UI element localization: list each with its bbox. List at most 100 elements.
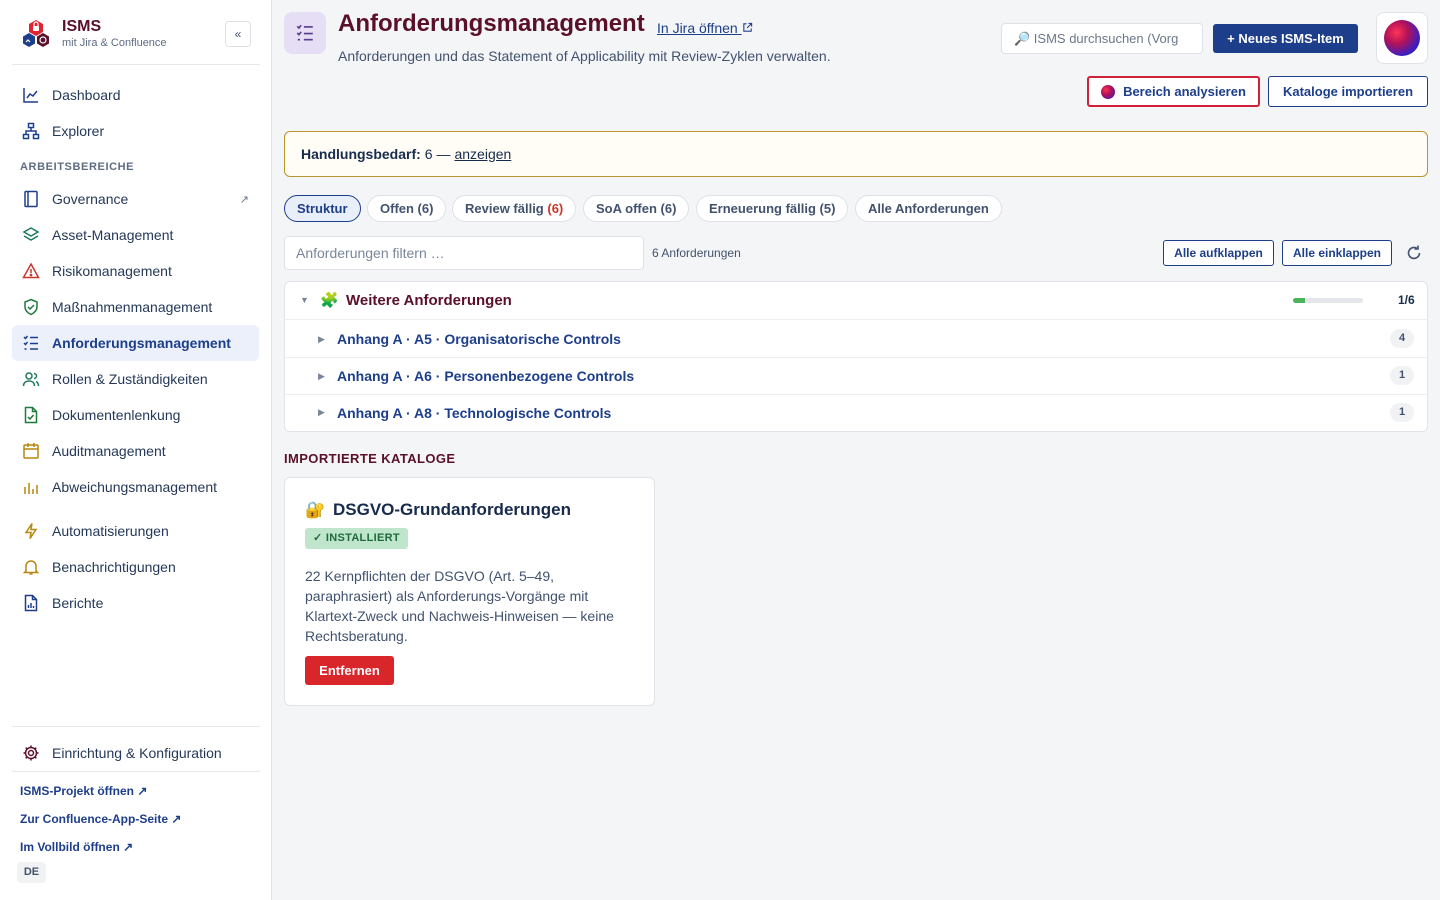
remove-catalog-button[interactable]: Entfernen — [305, 656, 394, 685]
child-title: Anhang A · A6 · Personenbezogene Control… — [337, 368, 635, 384]
sidebar-item-label: Berichte — [52, 595, 104, 611]
sidebar: ISMS mit Jira & Confluence « Dashboard E… — [0, 0, 272, 900]
installed-badge: ✓ INSTALLIERT — [305, 528, 408, 549]
chart-line-icon — [22, 86, 40, 104]
tab-all-requirements[interactable]: Alle Anforderungen — [855, 195, 1002, 222]
sidebar-item-automations[interactable]: Automatisierungen — [12, 513, 259, 549]
checklist-icon — [22, 334, 40, 352]
child-title: Anhang A · A8 · Technologische Controls — [337, 405, 612, 421]
catalog-card: 🔐 DSGVO-Grundanforderungen ✓ INSTALLIERT… — [284, 477, 655, 706]
people-icon — [22, 370, 40, 388]
count-badge: 1 — [1390, 403, 1414, 422]
count-badge: 4 — [1390, 329, 1414, 348]
ai-orb-icon — [1101, 84, 1116, 99]
caret-right-icon[interactable]: ▶ — [318, 334, 325, 345]
open-isms-project-link[interactable]: ISMS-Projekt öffnen ↗ — [20, 784, 147, 798]
progress-label: 1/6 — [1398, 293, 1415, 307]
brand-subtitle: mit Jira & Confluence — [62, 37, 167, 49]
tab-count: (6) — [547, 201, 564, 216]
sidebar-item-reports[interactable]: Berichte — [12, 585, 259, 621]
imported-catalogs-heading: IMPORTIERTE KATALOGE — [284, 451, 456, 466]
show-action-items-link[interactable]: anzeigen — [454, 146, 511, 162]
sidebar-item-label: Rollen & Zuständigkeiten — [52, 371, 208, 387]
expand-all-button[interactable]: Alle aufklappen — [1163, 240, 1274, 266]
collapse-all-button[interactable]: Alle einklappen — [1282, 240, 1392, 266]
confluence-app-page-link[interactable]: Zur Confluence-App-Seite ↗ — [20, 812, 181, 826]
sidebar-item-asset-management[interactable]: Asset-Management — [12, 217, 259, 253]
alert-label: Handlungsbedarf: — [301, 146, 421, 162]
filter-input[interactable]: Anforderungen filtern … — [284, 236, 644, 270]
alert-value: 6 — — [424, 146, 451, 162]
sidebar-item-label: Dashboard — [52, 87, 121, 103]
sidebar-item-label: Einrichtung & Konfiguration — [52, 745, 222, 761]
sidebar-item-documents[interactable]: Dokumentenlenkung — [12, 397, 259, 433]
sidebar-item-requirements[interactable]: Anforderungsmanagement — [12, 325, 259, 361]
hierarchy-icon — [22, 122, 40, 140]
bar-chart-icon — [22, 478, 40, 496]
puzzle-icon: 🧩 — [320, 292, 339, 309]
section-label: ARBEITSBEREICHE — [20, 161, 135, 173]
sidebar-divider — [12, 726, 260, 727]
import-catalogs-button[interactable]: Kataloge importieren — [1268, 76, 1428, 107]
tree-child-row[interactable]: ▶ Anhang A · A5 · Organisatorische Contr… — [285, 320, 1427, 358]
user-avatar-button[interactable] — [1376, 12, 1428, 64]
tab-renewal-due[interactable]: Erneuerung fällig (5) — [696, 195, 849, 222]
sidebar-item-label: Anforderungsmanagement — [52, 335, 231, 351]
sidebar-item-risk-management[interactable]: Risikomanagement — [12, 253, 259, 289]
lock-key-icon: 🔐 — [305, 502, 325, 519]
caret-down-icon[interactable]: ▼ — [300, 295, 309, 305]
refresh-icon[interactable] — [1404, 243, 1424, 263]
sidebar-item-label: Auditmanagement — [52, 443, 166, 459]
open-in-jira-label: In Jira öffnen — [657, 20, 738, 36]
tree-child-row[interactable]: ▶ Anhang A · A8 · Technologische Control… — [285, 395, 1427, 431]
language-switcher[interactable]: DE — [17, 862, 46, 883]
report-icon — [22, 594, 40, 612]
tree-child-row[interactable]: ▶ Anhang A · A6 · Personenbezogene Contr… — [285, 358, 1427, 395]
sidebar-item-deviations[interactable]: Abweichungsmanagement — [12, 469, 259, 505]
sidebar-item-label: Abweichungsmanagement — [52, 479, 217, 495]
search-input[interactable]: 🔎 ISMS durchsuchen (Vorg — [1001, 23, 1203, 54]
fullscreen-link[interactable]: Im Vollbild öffnen ↗ — [20, 840, 133, 854]
sidebar-item-label: Automatisierungen — [52, 523, 169, 539]
sidebar-item-measures[interactable]: Maßnahmenmanagement — [12, 289, 259, 325]
sidebar-item-dashboard[interactable]: Dashboard — [12, 77, 259, 113]
caret-right-icon[interactable]: ▶ — [318, 407, 325, 418]
sidebar-item-audit[interactable]: Auditmanagement — [12, 433, 259, 469]
progress-bar — [1293, 298, 1363, 303]
progress-fill — [1293, 298, 1305, 303]
sidebar-item-label: Asset-Management — [52, 227, 174, 243]
requirements-count: 6 Anforderungen — [652, 246, 741, 260]
brand-title: ISMS — [62, 18, 102, 35]
tab-structure[interactable]: Struktur — [284, 195, 361, 222]
bell-icon — [22, 558, 40, 576]
collapse-sidebar-button[interactable]: « — [225, 21, 251, 47]
new-isms-item-button[interactable]: + Neues ISMS-Item — [1213, 24, 1358, 53]
sidebar-item-label: Governance — [52, 191, 129, 207]
avatar — [1384, 20, 1420, 56]
warning-icon — [22, 262, 40, 280]
analyse-area-button[interactable]: Bereich analysieren — [1087, 76, 1260, 107]
sidebar-item-notifications[interactable]: Benachrichtigungen — [12, 549, 259, 585]
lightning-icon — [22, 522, 40, 540]
isms-logo-icon — [23, 20, 49, 47]
shield-check-icon — [22, 298, 40, 316]
external-link-icon — [742, 22, 752, 32]
page-description: Anforderungen und das Statement of Appli… — [338, 48, 831, 64]
sidebar-item-settings[interactable]: Einrichtung & Konfiguration — [12, 735, 259, 771]
sidebar-item-label: Maßnahmenmanagement — [52, 299, 213, 315]
sidebar-divider — [12, 771, 260, 772]
tree-group-row[interactable]: ▼ 🧩 Weitere Anforderungen 1/6 — [285, 282, 1427, 320]
sidebar-item-roles[interactable]: Rollen & Zuständigkeiten — [12, 361, 259, 397]
sidebar-divider — [12, 64, 260, 65]
tab-review-due[interactable]: Review fällig (6) — [452, 195, 577, 222]
tab-open[interactable]: Offen (6) — [367, 195, 447, 222]
open-in-jira-link[interactable]: In Jira öffnen — [657, 20, 753, 36]
tab-soa-open[interactable]: SoA offen (6) — [583, 195, 690, 222]
sidebar-item-label: Dokumentenlenkung — [52, 407, 181, 423]
sidebar-item-governance[interactable]: Governance ↗ — [12, 181, 259, 217]
catalog-title: DSGVO-Grundanforderungen — [333, 500, 571, 519]
page-icon — [284, 12, 326, 54]
book-icon — [22, 190, 40, 208]
sidebar-item-explorer[interactable]: Explorer — [12, 113, 259, 149]
caret-right-icon[interactable]: ▶ — [318, 371, 325, 382]
